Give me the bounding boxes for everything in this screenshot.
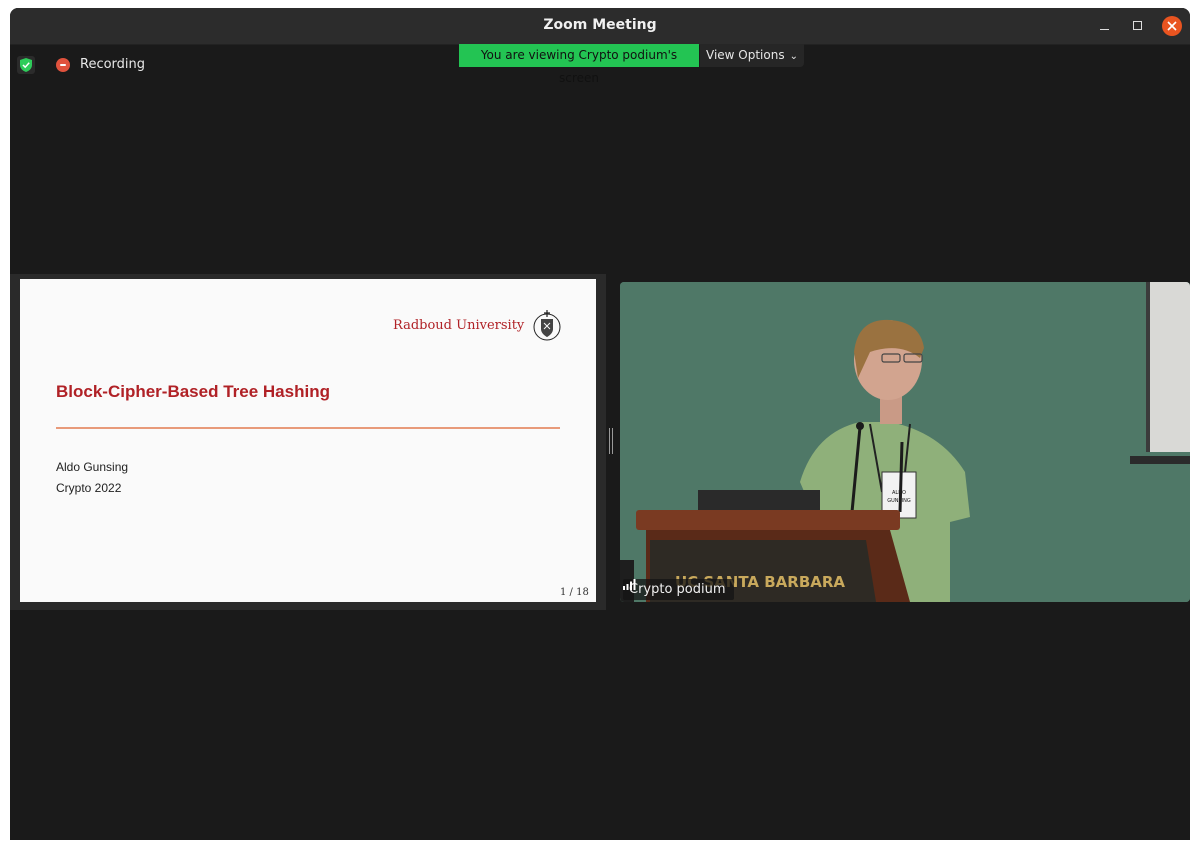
maximize-button[interactable] xyxy=(1128,16,1148,36)
institution-name: Radboud University xyxy=(393,318,525,333)
view-options-button[interactable]: View Options ⌄ xyxy=(700,44,804,67)
chevron-down-icon: ⌄ xyxy=(789,51,798,62)
title-divider xyxy=(56,427,560,429)
record-icon[interactable] xyxy=(56,58,70,72)
title-bar: Zoom Meeting xyxy=(10,8,1190,45)
slide-event: Crypto 2022 xyxy=(56,481,122,495)
recording-label: Recording xyxy=(80,57,146,72)
window-title: Zoom Meeting xyxy=(543,17,657,33)
view-options-label: View Options xyxy=(706,48,785,62)
slide-page-number: 1 / 18 xyxy=(560,587,589,598)
participant-video[interactable]: ALDO GUNSING UC SANTA BARBARA Crypto pod… xyxy=(620,282,1190,602)
presentation-slide: Radboud University Block-Cipher-Based Tr… xyxy=(20,279,596,602)
viewing-screen-banner: You are viewing Crypto podium's screen xyxy=(459,44,699,85)
pane-splitter-handle[interactable] xyxy=(608,428,614,456)
slide-title: Block-Cipher-Based Tree Hashing xyxy=(56,382,330,401)
minimize-button[interactable] xyxy=(1095,16,1115,36)
close-button[interactable] xyxy=(1162,16,1182,36)
signal-bars-icon xyxy=(623,579,636,590)
slide-author: Aldo Gunsing xyxy=(56,460,129,474)
participant-name-tag: Crypto podium xyxy=(623,579,734,600)
shared-screen[interactable]: Radboud University Block-Cipher-Based Tr… xyxy=(10,274,606,610)
participant-name: Crypto podium xyxy=(629,582,726,597)
zoom-window: Zoom Meeting Recording You are viewing C… xyxy=(10,8,1190,840)
security-shield-icon[interactable] xyxy=(17,56,35,74)
close-icon xyxy=(1167,21,1177,31)
university-crest-icon xyxy=(533,310,561,341)
video-feed-image: ALDO GUNSING UC SANTA BARBARA xyxy=(620,282,1190,602)
